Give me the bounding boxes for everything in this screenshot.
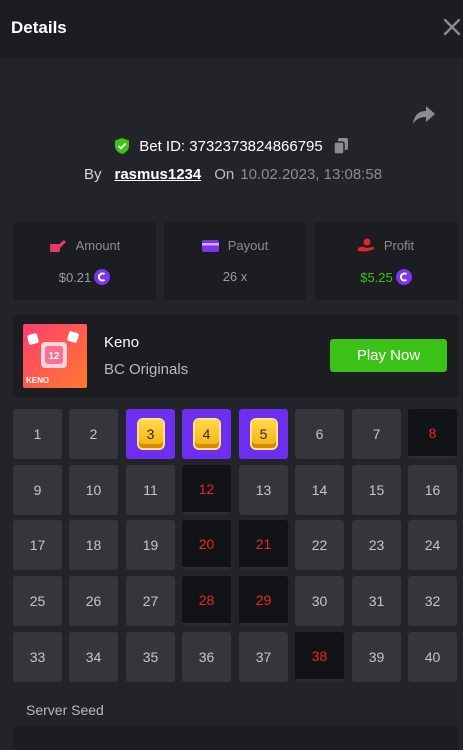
keno-cell-5: 5 — [239, 409, 288, 459]
keno-cell-34: 34 — [69, 632, 118, 682]
play-now-button[interactable]: Play Now — [330, 339, 447, 372]
server-seed-field[interactable] — [13, 726, 458, 750]
keno-cell-10: 10 — [69, 465, 118, 515]
card-icon — [201, 239, 219, 252]
keno-cell-24: 24 — [408, 520, 457, 570]
keno-cell-1: 1 — [13, 409, 62, 459]
keno-cell-32: 32 — [408, 576, 457, 626]
keno-cell-6: 6 — [295, 409, 344, 459]
coin-icon — [94, 269, 111, 285]
keno-cell-29: 29 — [239, 576, 288, 626]
keno-cell-20: 20 — [182, 520, 231, 570]
keno-thumbnail[interactable]: 12 KENO — [23, 324, 87, 388]
keno-cell-33: 33 — [13, 632, 62, 682]
keno-cell-16: 16 — [408, 465, 457, 515]
keno-cell-19: 19 — [126, 520, 175, 570]
profit-label: Profit — [383, 238, 415, 253]
payout-label: Payout — [227, 238, 269, 253]
bet-date: 10.02.2023, 13:08:58 — [240, 165, 383, 183]
keno-cell-14: 14 — [295, 465, 344, 515]
keno-cell-7: 7 — [352, 409, 401, 459]
keno-cell-17: 17 — [13, 520, 62, 570]
keno-cell-27: 27 — [126, 576, 175, 626]
hand-coin-icon — [357, 238, 374, 252]
keno-cell-35: 35 — [126, 632, 175, 682]
username-link[interactable]: rasmus1234 — [114, 166, 201, 183]
keno-cell-28: 28 — [182, 576, 231, 626]
coin-icon — [395, 269, 412, 285]
server-seed-label: Server Seed — [26, 702, 104, 718]
keno-cell-21: 21 — [239, 520, 288, 570]
gem-icon: 3 — [138, 420, 163, 448]
game-name: Keno — [104, 334, 140, 351]
keno-cell-3: 3 — [126, 409, 175, 459]
keno-cell-26: 26 — [69, 576, 118, 626]
page-title: Details — [11, 18, 67, 37]
keno-cell-13: 13 — [239, 465, 288, 515]
keno-cell-22: 22 — [295, 520, 344, 570]
payout-value: 26 x — [222, 269, 248, 284]
keno-cell-31: 31 — [352, 576, 401, 626]
keno-cell-39: 39 — [352, 632, 401, 682]
share-icon[interactable] — [412, 104, 436, 126]
by-label: By — [83, 165, 102, 183]
bet-meta-row: By rasmus1234 On 10.02.2023, 13:08:58 — [0, 163, 463, 185]
bet-id-row: Bet ID: 3732373824866795 — [0, 134, 463, 158]
gem-icon: 4 — [194, 420, 219, 448]
details-header: Details — [0, 0, 463, 58]
keno-cell-36: 36 — [182, 632, 231, 682]
keno-cell-11: 11 — [126, 465, 175, 515]
game-row: 12 KENO Keno BC Originals Play Now — [13, 315, 458, 397]
keno-cell-38: 38 — [295, 632, 344, 682]
close-icon[interactable] — [441, 16, 463, 38]
amount-value: $0.21 — [58, 269, 92, 285]
amount-label: Amount — [75, 238, 121, 253]
thumb-label: KENO — [26, 376, 49, 385]
keno-cell-15: 15 — [352, 465, 401, 515]
payout-card: Payout 26 x — [164, 222, 306, 300]
keno-cell-37: 37 — [239, 632, 288, 682]
gem-icon: 5 — [251, 420, 276, 448]
keno-cell-4: 4 — [182, 409, 231, 459]
keno-cell-23: 23 — [352, 520, 401, 570]
bet-chip-icon — [49, 239, 66, 252]
keno-cell-18: 18 — [69, 520, 118, 570]
copy-icon[interactable] — [333, 137, 349, 155]
profit-card: Profit $5.25 — [314, 222, 458, 300]
keno-cell-12: 12 — [182, 465, 231, 515]
thumb-number: 12 — [48, 351, 60, 362]
keno-cell-9: 9 — [13, 465, 62, 515]
shield-check-icon — [115, 138, 130, 154]
keno-cell-30: 30 — [295, 576, 344, 626]
keno-cell-40: 40 — [408, 632, 457, 682]
keno-cell-25: 25 — [13, 576, 62, 626]
keno-cell-8: 8 — [408, 409, 457, 459]
game-provider: BC Originals — [104, 361, 189, 378]
keno-cell-2: 2 — [69, 409, 118, 459]
on-label: On — [214, 165, 235, 183]
bet-id: Bet ID: 3732373824866795 — [139, 137, 323, 155]
profit-value: $5.25 — [360, 269, 393, 285]
amount-card: Amount $0.21 — [13, 222, 156, 300]
